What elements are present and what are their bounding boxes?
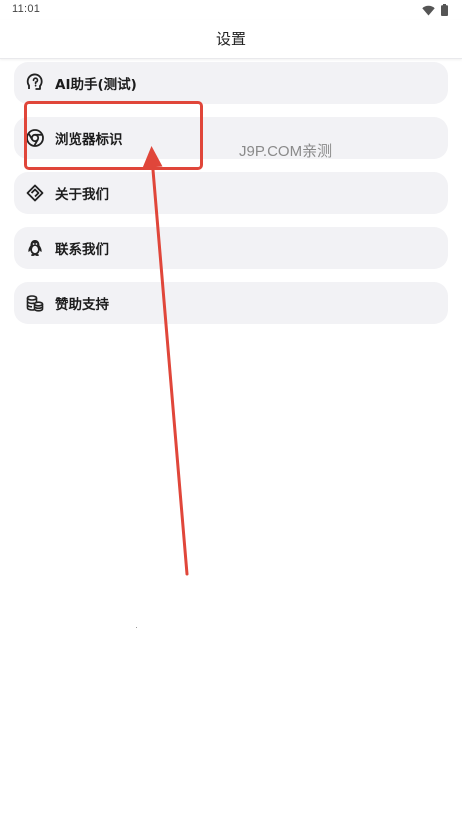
status-icons <box>422 3 448 16</box>
page-title: 设置 <box>215 30 246 48</box>
ai-head-icon <box>24 72 46 94</box>
battery-icon <box>441 1 448 20</box>
menu-item-sponsor[interactable]: 赞助支持 <box>14 282 448 324</box>
highlight-box <box>24 101 203 170</box>
menu-item-ai-assistant[interactable]: AI助手(测试) <box>14 62 448 104</box>
menu-item-label: AI助手(测试) <box>55 77 137 93</box>
menu-item-about-us[interactable]: 关于我们 <box>14 172 448 214</box>
menu-item-label: 赞助支持 <box>55 297 109 313</box>
status-time: 11:01 <box>12 3 41 15</box>
menu-item-label: 联系我们 <box>55 242 109 258</box>
status-bar: 11:01 <box>0 0 462 20</box>
stray-dot <box>136 627 137 628</box>
watermark-text: J9P.COM亲测 <box>239 143 333 160</box>
app-bar: 设置 <box>0 20 462 59</box>
coins-icon <box>24 292 46 314</box>
menu-item-contact-us[interactable]: 联系我们 <box>14 227 448 269</box>
diamond-icon <box>24 182 46 204</box>
menu-item-label: 关于我们 <box>55 187 109 203</box>
wifi-icon <box>422 1 435 20</box>
qq-penguin-icon <box>24 237 46 259</box>
settings-screen: 11:01 设置 AI助手(测试) 浏览器标识 关于我们 联系我们 赞助支持 J… <box>0 0 462 823</box>
